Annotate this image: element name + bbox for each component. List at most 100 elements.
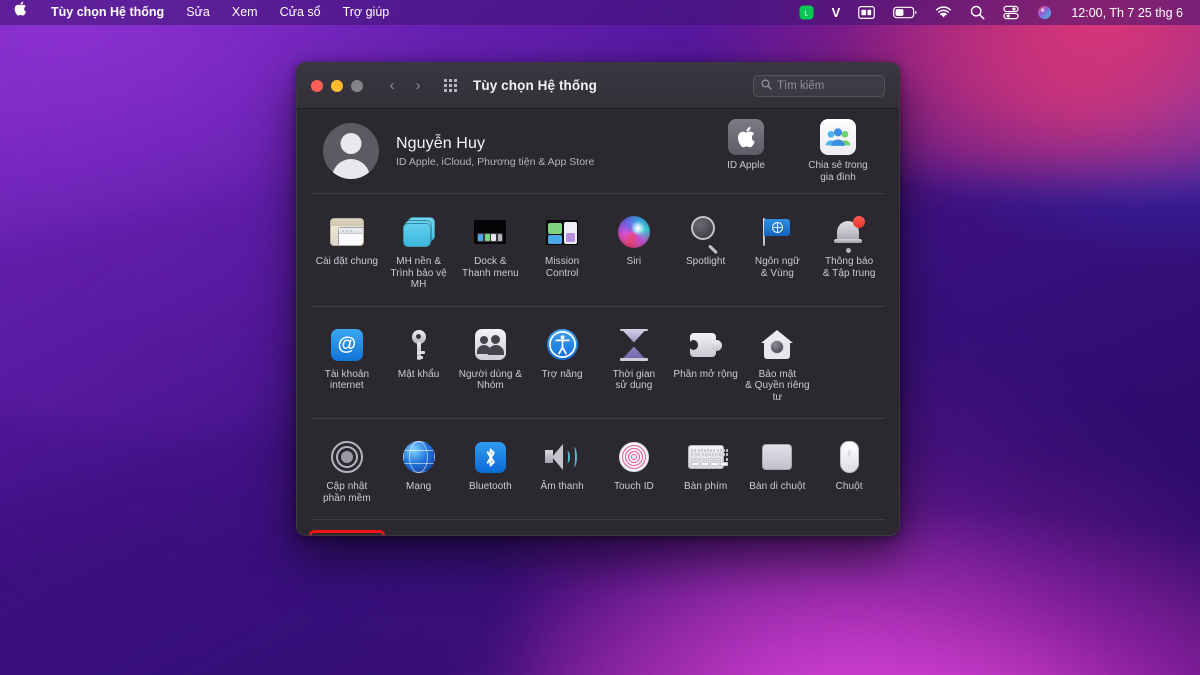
control-center-icon[interactable] — [994, 0, 1028, 25]
menu-bar-left: Tùy chọn Hệ thống Sửa Xem Cửa sổ Trợ giú… — [0, 0, 400, 25]
pref-label: Spotlight — [685, 256, 726, 267]
pref-label: Người dùng & Nhóm — [458, 368, 523, 392]
pref-label: Cập nhật phần mềm — [323, 481, 371, 504]
pref-label: Ngôn ngữ & Vùng — [754, 256, 800, 279]
preferences-row-3: Cập nhật phần mềm Mạng Bluetooth Âm than… — [311, 431, 885, 513]
mission-control-icon — [543, 213, 581, 251]
pref-keyboard[interactable]: Bàn phím — [670, 431, 742, 513]
line-app-icon[interactable]: L — [790, 0, 823, 25]
menu-bar-clock[interactable]: 12:00, Th 7 25 thg 6 — [1061, 6, 1191, 20]
apple-id-button[interactable]: ID Apple — [711, 118, 781, 172]
dock-menubar-icon — [471, 213, 509, 251]
notifications-focus-icon — [830, 213, 868, 253]
pref-label: Âm thanh — [540, 481, 584, 492]
pref-label: Bảo mật & Quyền riêng tư — [745, 368, 810, 403]
network-globe-icon — [400, 438, 438, 476]
avatar-head — [340, 133, 362, 154]
vpn-v-glyph: V — [831, 5, 841, 20]
show-all-grid-icon[interactable] — [441, 77, 459, 95]
pref-language-region[interactable]: Ngôn ngữ & Vùng — [742, 206, 814, 300]
pref-startup-disk[interactable]: Ổ đĩa Khởi động — [742, 532, 814, 535]
preferences-grid-section-1: Cài đặt chung MH nền & Trình bảo vệ MH D… — [297, 194, 899, 306]
users-groups-icon — [471, 326, 509, 364]
battery-icon[interactable] — [884, 0, 926, 25]
menu-item-edit[interactable]: Sửa — [175, 0, 221, 25]
forward-button[interactable]: › — [407, 75, 429, 97]
window-title: Tùy chọn Hệ thống — [473, 78, 597, 93]
pref-bluetooth[interactable]: Bluetooth — [455, 431, 527, 513]
back-button[interactable]: ‹ — [381, 75, 403, 97]
internet-accounts-icon: @ — [328, 326, 366, 364]
pref-notifications-focus[interactable]: Thông báo & Tập trung — [813, 206, 885, 300]
pref-users-groups[interactable]: Người dùng & Nhóm — [455, 319, 527, 413]
pref-accessibility[interactable]: Trợ năng — [526, 319, 598, 413]
traffic-lights — [311, 79, 363, 92]
pref-empty-slot — [813, 532, 885, 535]
pref-extensions[interactable]: Phần mở rộng — [670, 319, 742, 413]
pref-general[interactable]: Cài đặt chung — [311, 206, 383, 300]
pref-desktop-screensaver[interactable]: MH nền & Trình bảo vệ MH — [383, 206, 455, 300]
search-input[interactable] — [777, 79, 877, 92]
pref-spotlight[interactable]: Spotlight — [670, 206, 742, 300]
pref-sharing[interactable]: Chia sẻ — [598, 532, 670, 535]
pref-internet-accounts[interactable]: @ Tài khoản internet — [311, 319, 383, 413]
apple-id-account-row[interactable]: Nguyễn Huy ID Apple, iCloud, Phương tiện… — [297, 109, 899, 193]
pref-touch-id[interactable]: Touch ID — [598, 431, 670, 513]
pref-label: Tài khoản internet — [324, 368, 370, 392]
siri-icon[interactable] — [1028, 0, 1061, 25]
account-shortcuts: ID Apple Chia sẻ trong gia đình — [711, 118, 873, 184]
pref-label: Mật khẩu — [397, 368, 440, 380]
preferences-grid-section-4: Màn hình Máy in & Máy quét Pin — [297, 520, 899, 535]
pref-mouse[interactable]: Chuột — [813, 431, 885, 513]
pref-printers-scanners[interactable]: Máy in & Máy quét — [383, 532, 455, 535]
pref-displays[interactable]: Màn hình — [309, 530, 385, 535]
pref-label: Trợ năng — [541, 368, 583, 380]
pref-trackpad[interactable]: Bàn di chuột — [742, 431, 814, 513]
menu-item-system-preferences[interactable]: Tùy chọn Hệ thống — [40, 0, 175, 25]
preferences-row-1: Cài đặt chung MH nền & Trình bảo vệ MH D… — [311, 206, 885, 300]
pref-screen-time[interactable]: Thời gian sử dụng — [598, 319, 670, 413]
zoom-button[interactable] — [351, 79, 363, 92]
wifi-icon[interactable] — [926, 0, 961, 25]
spotlight-search-icon[interactable] — [961, 0, 994, 25]
apple-menu-icon[interactable] — [0, 0, 40, 24]
pref-software-update[interactable]: Cập nhật phần mềm — [311, 431, 383, 513]
avatar[interactable] — [323, 123, 379, 179]
svg-text:L: L — [804, 8, 808, 17]
pref-battery[interactable]: Pin — [455, 532, 527, 535]
grid-dot — [448, 84, 452, 87]
keyboard-icon — [687, 438, 729, 476]
pref-time-machine[interactable]: Time Machine — [670, 532, 742, 535]
pref-date-time[interactable]: 17 Ngày & Giờ — [526, 532, 598, 535]
search-box[interactable] — [753, 74, 885, 97]
grid-dot — [453, 84, 457, 87]
minimize-button[interactable] — [331, 79, 343, 92]
language-region-icon — [758, 213, 796, 251]
close-button[interactable] — [311, 79, 323, 92]
display-mirror-icon[interactable] — [849, 0, 884, 25]
pref-label: Mission Control — [545, 256, 580, 279]
accessibility-icon — [543, 326, 581, 364]
pref-label: Touch ID — [613, 481, 654, 492]
account-name: Nguyễn Huy — [396, 134, 486, 152]
pref-dock-menubar[interactable]: Dock & Thanh menu — [455, 206, 527, 300]
account-subtitle: ID Apple, iCloud, Phương tiện & App Stor… — [396, 155, 595, 168]
apple-logo-icon — [728, 118, 764, 155]
pref-mission-control[interactable]: Mission Control — [526, 206, 598, 300]
pref-siri[interactable]: Siri — [598, 206, 670, 300]
security-privacy-icon — [758, 326, 796, 364]
menu-item-help[interactable]: Trợ giúp — [332, 0, 401, 25]
pref-passwords[interactable]: Mật khẩu — [383, 319, 455, 413]
family-sharing-button[interactable]: Chia sẻ trong gia đình — [803, 118, 873, 184]
menu-item-view[interactable]: Xem — [221, 0, 269, 25]
menu-item-window[interactable]: Cửa sổ — [269, 0, 332, 25]
pref-security-privacy[interactable]: Bảo mật & Quyền riêng tư — [742, 319, 814, 413]
bluetooth-icon — [471, 438, 509, 476]
pref-label: Thời gian sử dụng — [612, 368, 656, 392]
search-icon — [761, 79, 772, 93]
pref-network[interactable]: Mạng — [383, 431, 455, 513]
pref-empty-slot — [813, 319, 885, 413]
vpn-v-icon[interactable]: V — [823, 0, 850, 25]
pref-sound[interactable]: Âm thanh — [526, 431, 598, 513]
general-icon — [328, 213, 366, 251]
